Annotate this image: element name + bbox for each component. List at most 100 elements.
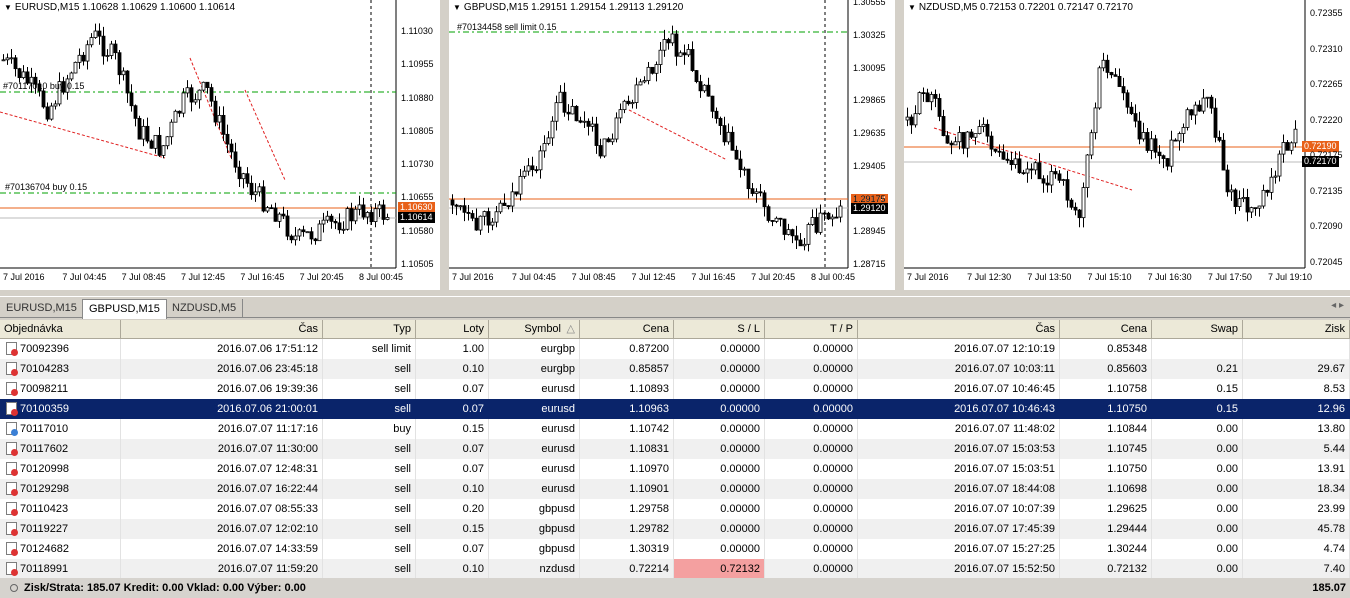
table-cell: sell [323, 459, 416, 479]
table-row[interactable]: 70117602 2016.07.07 11:30:00 sell 0.07 eurus… [0, 439, 1350, 459]
table-cell: 5.44 [1243, 439, 1350, 459]
candle [694, 70, 699, 84]
column-header[interactable]: Cena [1060, 320, 1152, 339]
table-cell: 70117602 [0, 439, 121, 459]
table-cell: 1.10742 [580, 419, 674, 439]
table-row[interactable]: 70092396 2016.07.06 17:51:12 sell limit 1.0… [0, 339, 1350, 359]
table-cell: gbpusd [489, 539, 580, 559]
column-header[interactable]: Čas [858, 320, 1060, 339]
table-cell: 8.53 [1243, 379, 1350, 399]
table-cell: sell [323, 479, 416, 499]
table-cell: sell [323, 499, 416, 519]
table-row[interactable]: 70120998 2016.07.07 12:48:31 sell 0.07 eurus… [0, 459, 1350, 479]
table-cell: 70100359 [0, 399, 121, 419]
tab-eurusd[interactable]: EURUSD,M15 [0, 299, 84, 318]
table-cell: 1.10698 [1060, 479, 1152, 499]
y-tick-label: 1.28945 [853, 226, 886, 237]
table-cell: eurusd [489, 479, 580, 499]
table-row[interactable]: 70118991 2016.07.07 11:59:20 sell 0.10 nzdus… [0, 559, 1350, 579]
chart-eurusd[interactable]: ▼ EURUSD,M15 1.10628 1.10629 1.10600 1.10… [0, 0, 440, 290]
y-tick-label: 1.10505 [401, 259, 434, 269]
chart-gbpusd[interactable]: ▼ GBPUSD,M15 1.29151 1.29154 1.29113 1.29… [449, 0, 895, 290]
candle [766, 204, 771, 223]
y-tick-label: 0.72220 [1310, 114, 1343, 125]
column-header[interactable]: Zisk [1243, 320, 1350, 339]
table-row[interactable]: 70100359 2016.07.06 21:00:01 sell 0.07 eurus… [0, 399, 1350, 419]
column-header[interactable]: S / L [674, 320, 765, 339]
table-row[interactable]: 70119227 2016.07.07 12:02:10 sell 0.15 gbpus… [0, 519, 1350, 539]
y-tick-label: 1.10880 [401, 92, 434, 103]
sell-order-icon [6, 562, 18, 576]
y-tick-label: 1.30555 [853, 0, 886, 7]
tab-gbpusd[interactable]: GBPUSD,M15 [82, 299, 167, 319]
column-header[interactable]: Typ [323, 320, 416, 339]
x-tick-label: 7 Jul 04:45 [511, 272, 556, 282]
table-cell: 2016.07.07 10:46:45 [858, 379, 1060, 399]
tab-nzdusd[interactable]: NZDUSD,M5 [166, 299, 244, 318]
table-cell: sell [323, 539, 416, 559]
table-row[interactable]: 70124682 2016.07.07 14:33:59 sell 0.07 gbpus… [0, 539, 1350, 559]
candle [149, 139, 154, 149]
table-cell: 0.00000 [674, 439, 765, 459]
table-row[interactable]: 70110423 2016.07.07 08:55:33 sell 0.20 gbpus… [0, 499, 1350, 519]
table-row[interactable]: 70117010 2016.07.07 11:17:16 buy 0.15 eurusd… [0, 419, 1350, 439]
table-cell: 0.10 [416, 559, 489, 579]
table-cell: 1.10831 [580, 439, 674, 459]
x-tick-label: 7 Jul 08:45 [571, 272, 616, 282]
y-tick-label: 1.29175 [853, 193, 886, 204]
x-tick-label: 7 Jul 16:45 [240, 272, 285, 282]
column-header[interactable]: Loty [416, 320, 489, 339]
tab-scroll-arrows-icon[interactable]: ◂ ▸ [1331, 300, 1344, 311]
table-cell: 0.00000 [765, 359, 858, 379]
table-cell: 2016.07.07 14:33:59 [121, 539, 323, 559]
table-cell: 0.00000 [674, 339, 765, 359]
table-cell: 0.15 [1152, 399, 1243, 419]
table-cell: 2016.07.06 17:51:12 [121, 339, 323, 359]
candle [305, 231, 310, 234]
y-tick-label: 1.29865 [853, 95, 886, 106]
sell-order-icon [6, 342, 18, 356]
sell-order-icon [6, 502, 18, 516]
table-cell: 29.67 [1243, 359, 1350, 379]
column-header[interactable]: Cena [580, 320, 674, 339]
candle [826, 211, 831, 220]
column-header[interactable]: Čas [121, 320, 323, 339]
table-cell: 0.00000 [765, 499, 858, 519]
table-cell: eurusd [489, 459, 580, 479]
x-tick-label: 7 Jul 2016 [907, 272, 949, 282]
x-tick-label: 7 Jul 17:50 [1207, 272, 1252, 282]
x-tick-label: 7 Jul 08:45 [121, 272, 166, 282]
eurusd-candles [0, 0, 440, 290]
buy-order-icon [6, 422, 18, 436]
column-header[interactable]: Symbol △ [489, 320, 580, 339]
table-cell: 23.99 [1243, 499, 1350, 519]
table-cell: 1.00 [416, 339, 489, 359]
table-cell: eurusd [489, 439, 580, 459]
chart-nzdusd[interactable]: ▼ NZDUSD,M5 0.72153 0.72201 0.72147 0.721… [904, 0, 1350, 290]
table-cell: 1.30244 [1060, 539, 1152, 559]
column-header[interactable]: Swap [1152, 320, 1243, 339]
chart-title: ▼ GBPUSD,M15 1.29151 1.29154 1.29113 1.29… [453, 2, 684, 13]
y-tick-label: 1.28715 [853, 259, 886, 269]
candle [1097, 65, 1102, 110]
column-header[interactable]: Objednávka [0, 320, 121, 339]
chart-title: ▼ EURUSD,M15 1.10628 1.10629 1.10600 1.10… [4, 2, 236, 13]
table-cell: 70120998 [0, 459, 121, 479]
table-row[interactable]: 70129298 2016.07.07 16:22:44 sell 0.10 eurus… [0, 479, 1350, 499]
column-header[interactable]: T / P [765, 320, 858, 339]
table-cell: 2016.07.07 12:10:19 [858, 339, 1060, 359]
table-row[interactable]: 70098211 2016.07.06 19:39:36 sell 0.07 eurus… [0, 379, 1350, 399]
triangle-down-icon: ▼ [908, 3, 916, 12]
orders-table: Objednávka Čas Typ Loty Symbol △ Cena S / LT / … [0, 320, 1350, 598]
table-cell: 0.10 [416, 359, 489, 379]
table-cell: 45.78 [1243, 519, 1350, 539]
table-row[interactable]: 70104283 2016.07.06 23:45:18 sell 0.10 eurgb… [0, 359, 1350, 379]
table-cell: 0.00000 [765, 539, 858, 559]
table-cell: 0.85857 [580, 359, 674, 379]
x-tick-label: 7 Jul 2016 [3, 272, 45, 282]
totals-bar: Zisk/Strata: 185.07 Kredit: 0.00 Vklad: … [0, 578, 1350, 598]
table-cell: 2016.07.07 15:52:50 [858, 559, 1060, 579]
table-cell: 2016.07.07 16:22:44 [121, 479, 323, 499]
y-tick-label: 1.29405 [853, 160, 886, 171]
sell-order-icon [6, 462, 18, 476]
